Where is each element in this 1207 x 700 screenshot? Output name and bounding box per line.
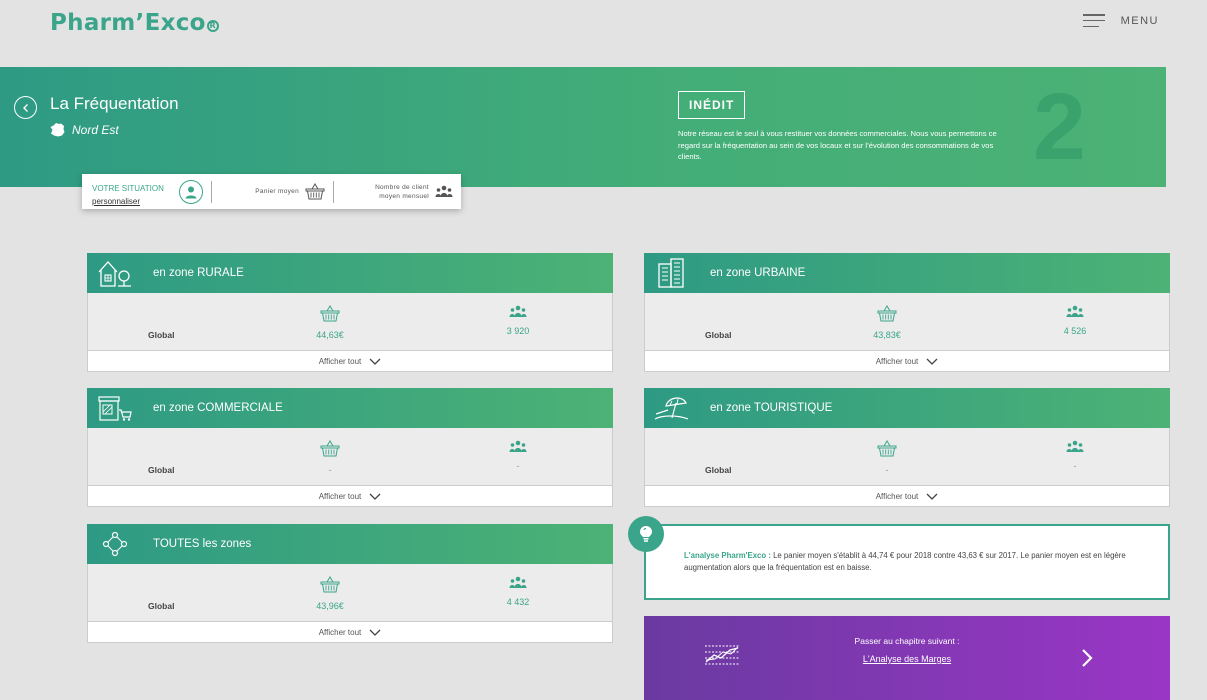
hamburger-icon (1082, 14, 1105, 27)
card-title: en zone URBAINE (710, 267, 806, 279)
chevron-down-icon (369, 629, 381, 636)
card-zone-touristique: en zone TOURISTIQUE Global - - Afficher … (644, 388, 1170, 508)
card-title: TOUTES les zones (153, 538, 252, 550)
clients-label: Nombre de client moyen mensuel (375, 183, 429, 200)
panier-value: - (885, 465, 889, 475)
menu-button[interactable]: MENU (1082, 14, 1159, 27)
basket-icon (305, 183, 325, 200)
basket-icon (877, 440, 897, 457)
card-zone-urbaine: en zone URBAINE Global 43,83€ 4 526 Affi… (644, 253, 1170, 373)
shop-cart-icon (98, 396, 132, 421)
panier-value: 43,96€ (316, 601, 344, 611)
chevron-down-icon (369, 358, 381, 365)
row-label: Global (705, 465, 732, 475)
chevron-left-icon (22, 103, 28, 112)
clients-value: 4 526 (1063, 326, 1087, 336)
panier-value: 44,63€ (316, 330, 344, 340)
chapter-number: 2 (1033, 74, 1086, 180)
buildings-icon (658, 258, 684, 288)
registered-mark: R (206, 20, 219, 32)
group-icon (435, 185, 453, 197)
row-label: Global (148, 330, 175, 340)
situation-title: VOTRE SITUATION (92, 183, 164, 193)
menu-label: MENU (1120, 14, 1159, 27)
clients-value: 4 432 (506, 597, 530, 607)
beach-umbrella-icon (654, 397, 689, 420)
chevron-down-icon (926, 493, 938, 500)
card-zone-rurale: en zone RURALE Global 44,63€ 3 920 Affic… (87, 253, 613, 373)
afficher-tout-button[interactable]: Afficher tout (644, 350, 1170, 372)
house-tree-icon (98, 261, 131, 287)
card-title: en zone TOURISTIQUE (710, 402, 833, 414)
region-name: Nord Est (72, 123, 119, 137)
back-button[interactable] (14, 96, 37, 119)
clients-value: 3 920 (506, 326, 530, 336)
group-icon (509, 576, 527, 588)
situation-panel: VOTRE SITUATION personnaliser Panier moy… (82, 174, 461, 209)
card-toutes-zones: TOUTES les zones Global 43,96€ 4 432 Aff… (87, 524, 613, 644)
card-title: en zone RURALE (153, 267, 244, 279)
panier-value: - (328, 465, 332, 475)
afficher-tout-button[interactable]: Afficher tout (87, 350, 613, 372)
afficher-tout-button[interactable]: Afficher tout (87, 485, 613, 507)
analyse-box: L'analyse Pharm'Exco : Le panier moyen s… (644, 524, 1170, 600)
row-label: Global (148, 465, 175, 475)
group-icon (509, 305, 527, 317)
clients-value: - (516, 461, 520, 471)
panier-moyen-label: Panier moyen (255, 188, 299, 195)
basket-icon (320, 305, 340, 322)
group-icon (509, 440, 527, 452)
group-icon (1066, 440, 1084, 452)
hero-banner: La Fréquentation Nord Est INÉDIT Notre r… (0, 67, 1166, 187)
card-zone-commerciale: en zone COMMERCIALE Global - - Afficher … (87, 388, 613, 508)
chevron-right-icon (1082, 649, 1093, 667)
next-chapter-label: Passer au chapitre suivant : (854, 636, 960, 646)
card-title: en zone COMMERCIALE (153, 402, 283, 414)
chevron-down-icon (369, 493, 381, 500)
row-label: Global (705, 330, 732, 340)
hero-description: Notre réseau est le seul à vous restitue… (678, 129, 997, 161)
afficher-tout-button[interactable]: Afficher tout (644, 485, 1170, 507)
chevron-down-icon (926, 358, 938, 365)
france-map-icon (50, 123, 65, 137)
group-icon (1066, 305, 1084, 317)
row-label: Global (148, 601, 175, 611)
clients-value: - (1073, 461, 1077, 471)
analyse-text: L'analyse Pharm'Exco : Le panier moyen s… (684, 551, 1126, 572)
user-icon[interactable] (179, 179, 203, 204)
personnaliser-link[interactable]: personnaliser (92, 197, 164, 206)
afficher-tout-button[interactable]: Afficher tout (87, 621, 613, 643)
region-label: Nord Est (50, 123, 119, 137)
next-chapter-banner[interactable]: Passer au chapitre suivant : L'Analyse d… (644, 616, 1170, 700)
lightbulb-icon (628, 516, 664, 552)
inedit-badge: INÉDIT (678, 91, 746, 119)
basket-icon (320, 576, 340, 593)
basket-icon (877, 305, 897, 322)
network-nodes-icon (102, 531, 128, 557)
panier-value: 43,83€ (873, 330, 901, 340)
page-title: La Fréquentation (50, 94, 179, 113)
basket-icon (320, 440, 340, 457)
logo[interactable]: Pharm’Exco R (50, 10, 219, 36)
